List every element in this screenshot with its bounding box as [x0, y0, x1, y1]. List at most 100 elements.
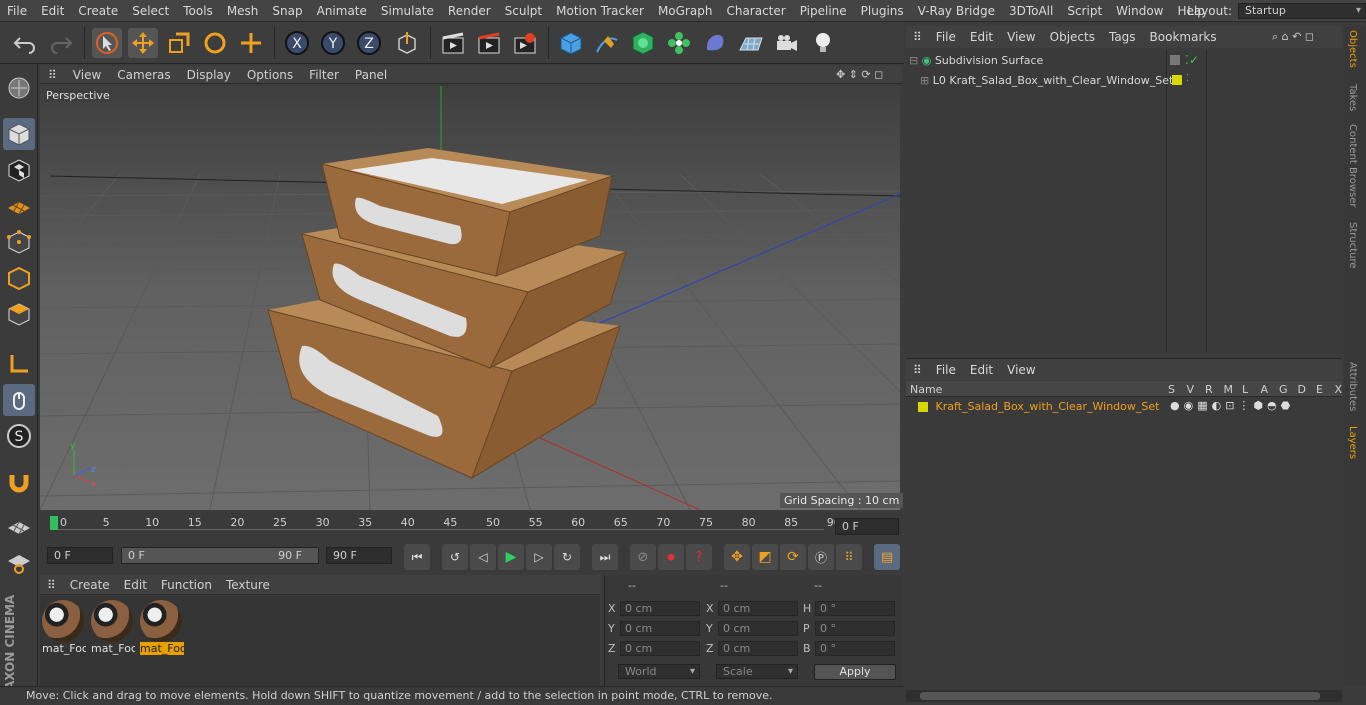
- key-parameter-icon[interactable]: Ⓟ: [808, 544, 834, 570]
- layer-column-d[interactable]: D: [1298, 383, 1306, 396]
- menu-plugins[interactable]: Plugins: [854, 0, 911, 22]
- light-icon[interactable]: [808, 28, 838, 58]
- auto-key-icon[interactable]: ?: [686, 544, 712, 570]
- next-frame-icon[interactable]: ▷: [526, 544, 552, 570]
- side-tab-content-browser[interactable]: Content Browser: [1347, 124, 1358, 207]
- coord-value-field[interactable]: 0 cm: [620, 601, 700, 616]
- recent-tool-icon[interactable]: [236, 28, 266, 58]
- object-menu-bookmarks[interactable]: Bookmarks: [1143, 30, 1224, 44]
- next-key-icon[interactable]: ↻: [554, 544, 580, 570]
- edges-mode-icon[interactable]: [3, 262, 35, 294]
- current-frame-marker[interactable]: [50, 516, 58, 530]
- points-mode-icon[interactable]: [3, 226, 35, 258]
- prev-key-icon[interactable]: ↺: [442, 544, 468, 570]
- apply-button[interactable]: Apply: [814, 664, 896, 680]
- object-menu-edit[interactable]: Edit: [963, 30, 1000, 44]
- side-tab-takes[interactable]: Takes: [1347, 84, 1358, 111]
- tweak-mode-icon[interactable]: [3, 384, 35, 416]
- coordinate-system-icon[interactable]: [392, 28, 422, 58]
- viewport-menu-cameras[interactable]: Cameras: [109, 68, 178, 82]
- key-pla-icon[interactable]: ⠿: [836, 544, 862, 570]
- material-swatch[interactable]: mat_Foc: [42, 600, 86, 656]
- menu-window[interactable]: Window: [1109, 0, 1170, 22]
- menu-pipeline[interactable]: Pipeline: [793, 0, 854, 22]
- material-menu-texture[interactable]: Texture: [219, 578, 277, 592]
- play-icon[interactable]: ▶: [498, 544, 524, 570]
- preview-range-slider[interactable]: 0 F 90 F: [121, 547, 319, 564]
- motion-record-icon[interactable]: ⊘: [630, 544, 656, 570]
- prev-frame-icon[interactable]: ◁: [470, 544, 496, 570]
- timeline-ruler[interactable]: 0 5 10 15 20 25 30 35 40 45 50 55 60 65 70 75 80 85 90: [40, 512, 902, 542]
- material-swatch[interactable]: mat_Foc: [140, 600, 184, 656]
- record-keys-icon[interactable]: ⏺: [658, 544, 684, 570]
- key-rotation-icon[interactable]: ⟳: [780, 544, 806, 570]
- layer-menu-edit[interactable]: Edit: [963, 363, 1000, 377]
- camera-icon[interactable]: [772, 28, 802, 58]
- move-tool-icon[interactable]: [128, 28, 158, 58]
- menu-mesh[interactable]: Mesh: [220, 0, 266, 22]
- layout-dropdown[interactable]: Startup: [1238, 3, 1366, 19]
- object-row-subdivision[interactable]: ⊟ ◉ Subdivision Surface: [909, 54, 1043, 67]
- start-frame-field[interactable]: 0 F: [47, 547, 113, 564]
- side-tab-objects[interactable]: Objects: [1347, 30, 1358, 68]
- layer-column-e[interactable]: E: [1316, 383, 1323, 396]
- world-dropdown[interactable]: World: [618, 664, 700, 679]
- workplane-icon[interactable]: [3, 190, 35, 222]
- layer-color-icon[interactable]: [1172, 75, 1182, 85]
- menu-file[interactable]: File: [0, 0, 34, 22]
- viewport-menu-display[interactable]: Display: [179, 68, 239, 82]
- layer-menu-view[interactable]: View: [1000, 363, 1042, 377]
- model-mode-icon[interactable]: [3, 118, 35, 150]
- viewport-menu-panel[interactable]: Panel: [347, 68, 395, 82]
- visibility-dots-icon[interactable]: ⁚: [1186, 73, 1189, 84]
- menu-character[interactable]: Character: [719, 0, 792, 22]
- material-menu-edit[interactable]: Edit: [117, 578, 154, 592]
- menu-render[interactable]: Render: [441, 0, 498, 22]
- axis-mode-icon[interactable]: [3, 348, 35, 380]
- render-settings-icon[interactable]: [510, 28, 540, 58]
- menu-script[interactable]: Script: [1060, 0, 1109, 22]
- timeline-window-icon[interactable]: ▤: [874, 544, 900, 570]
- coord-value-field[interactable]: 0 cm: [718, 641, 798, 656]
- coord-value-field[interactable]: 0 cm: [718, 601, 798, 616]
- redo-icon[interactable]: [46, 28, 76, 58]
- layer-column-name[interactable]: Name: [910, 383, 942, 396]
- horizontal-scrollbar[interactable]: [906, 690, 1342, 702]
- pen-spline-icon[interactable]: [592, 28, 622, 58]
- layer-column-l[interactable]: L: [1242, 383, 1248, 396]
- material-menu-create[interactable]: Create: [63, 578, 117, 592]
- layer-column-m[interactable]: M: [1224, 383, 1234, 396]
- coord-value-field[interactable]: 0 °: [815, 641, 895, 656]
- goto-start-icon[interactable]: ⏮: [404, 544, 430, 570]
- menu-mograph[interactable]: MoGraph: [651, 0, 720, 22]
- live-selection-icon[interactable]: [92, 28, 122, 58]
- menu-snap[interactable]: Snap: [265, 0, 309, 22]
- side-tab-layers[interactable]: Layers: [1347, 426, 1358, 459]
- cloner-icon[interactable]: [664, 28, 694, 58]
- menu-simulate[interactable]: Simulate: [374, 0, 441, 22]
- subdivision-icon[interactable]: [628, 28, 658, 58]
- layer-row[interactable]: Kraft_Salad_Box_with_Clear_Window_Set: [918, 400, 1159, 413]
- coord-value-field[interactable]: 0 cm: [620, 641, 700, 656]
- rotate-tool-icon[interactable]: [200, 28, 230, 58]
- make-editable-icon[interactable]: [3, 72, 35, 104]
- menu-edit[interactable]: Edit: [34, 0, 71, 22]
- texture-mode-icon[interactable]: [3, 154, 35, 186]
- current-frame-field[interactable]: 0 F: [835, 518, 899, 535]
- layer-menu-file[interactable]: File: [929, 363, 963, 377]
- deformer-icon[interactable]: [700, 28, 730, 58]
- coord-value-field[interactable]: 0 °: [815, 621, 895, 636]
- menu-animate[interactable]: Animate: [310, 0, 374, 22]
- side-tab-attributes[interactable]: Attributes: [1347, 362, 1358, 411]
- goto-end-icon[interactable]: ⏭: [592, 544, 618, 570]
- object-menu-tags[interactable]: Tags: [1102, 30, 1143, 44]
- material-swatch[interactable]: mat_Foc: [91, 600, 135, 656]
- side-tab-structure[interactable]: Structure: [1347, 222, 1358, 269]
- object-row-kraft-box[interactable]: ⊞ L0 Kraft_Salad_Box_with_Clear_Window_S…: [920, 74, 1173, 87]
- object-menu-file[interactable]: File: [929, 30, 963, 44]
- menu-3dtoall[interactable]: 3DToAll: [1002, 0, 1060, 22]
- scale-tool-icon[interactable]: [164, 28, 194, 58]
- object-manager-tools[interactable]: ⌕ ⌂ ↶ ◻: [1272, 30, 1340, 44]
- coord-value-field[interactable]: 0 cm: [620, 621, 700, 636]
- layer-column-s[interactable]: S: [1168, 383, 1175, 396]
